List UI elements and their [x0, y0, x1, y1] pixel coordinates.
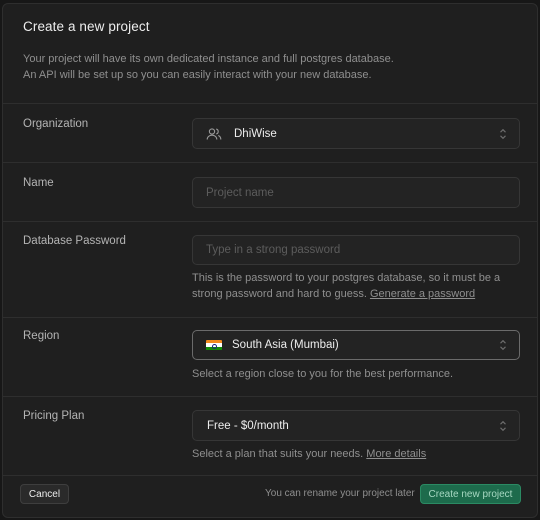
rename-note: You can rename your project later: [265, 488, 415, 499]
dialog-header: Create a new project Your project will h…: [3, 4, 537, 104]
pricing-section: Pricing Plan Free - $0/month Select a pl…: [3, 397, 537, 476]
region-label: Region: [23, 330, 60, 342]
create-project-button[interactable]: Create new project: [420, 484, 521, 504]
dialog-subtitle: Your project will have its own dedicated…: [23, 51, 517, 83]
pricing-help-text: Select a plan that suits your needs.: [192, 448, 364, 460]
organization-value: DhiWise: [234, 127, 277, 140]
password-help: This is the password to your postgres da…: [192, 270, 522, 302]
pricing-value: Free - $0/month: [207, 419, 289, 432]
name-label: Name: [23, 177, 54, 189]
region-help: Select a region close to you for the bes…: [192, 368, 454, 380]
india-flag-icon: [206, 339, 222, 351]
password-label: Database Password: [23, 235, 126, 247]
more-details-link[interactable]: More details: [366, 448, 426, 460]
subtitle-line-1: Your project will have its own dedicated…: [23, 53, 394, 65]
dialog-footer: Cancel You can rename your project later…: [3, 474, 537, 517]
organization-select[interactable]: DhiWise: [192, 118, 520, 149]
pricing-select[interactable]: Free - $0/month: [192, 410, 520, 441]
password-section: Database Password This is the password t…: [3, 222, 537, 318]
pricing-label: Pricing Plan: [23, 410, 85, 422]
users-icon: [206, 127, 222, 141]
project-name-field[interactable]: [192, 177, 520, 208]
password-input[interactable]: [193, 236, 519, 264]
subtitle-line-2: An API will be set up so you can easily …: [23, 69, 372, 81]
region-section: Region South Asia (Mumbai) Select a regi…: [3, 318, 537, 397]
cancel-button[interactable]: Cancel: [20, 484, 69, 504]
create-project-dialog: Create a new project Your project will h…: [2, 3, 538, 518]
chevron-up-down-icon: [496, 337, 510, 353]
organization-section: Organization DhiWise: [3, 104, 537, 163]
chevron-up-down-icon: [496, 418, 510, 434]
region-select[interactable]: South Asia (Mumbai): [192, 330, 520, 360]
generate-password-link[interactable]: Generate a password: [370, 288, 475, 300]
pricing-help: Select a plan that suits your needs. Mor…: [192, 446, 522, 462]
organization-label: Organization: [23, 118, 89, 130]
password-field[interactable]: [192, 235, 520, 265]
project-name-input[interactable]: [193, 178, 519, 207]
dialog-title: Create a new project: [23, 19, 150, 34]
name-section: Name: [3, 163, 537, 222]
region-value: South Asia (Mumbai): [232, 339, 339, 351]
chevron-up-down-icon: [496, 126, 510, 142]
